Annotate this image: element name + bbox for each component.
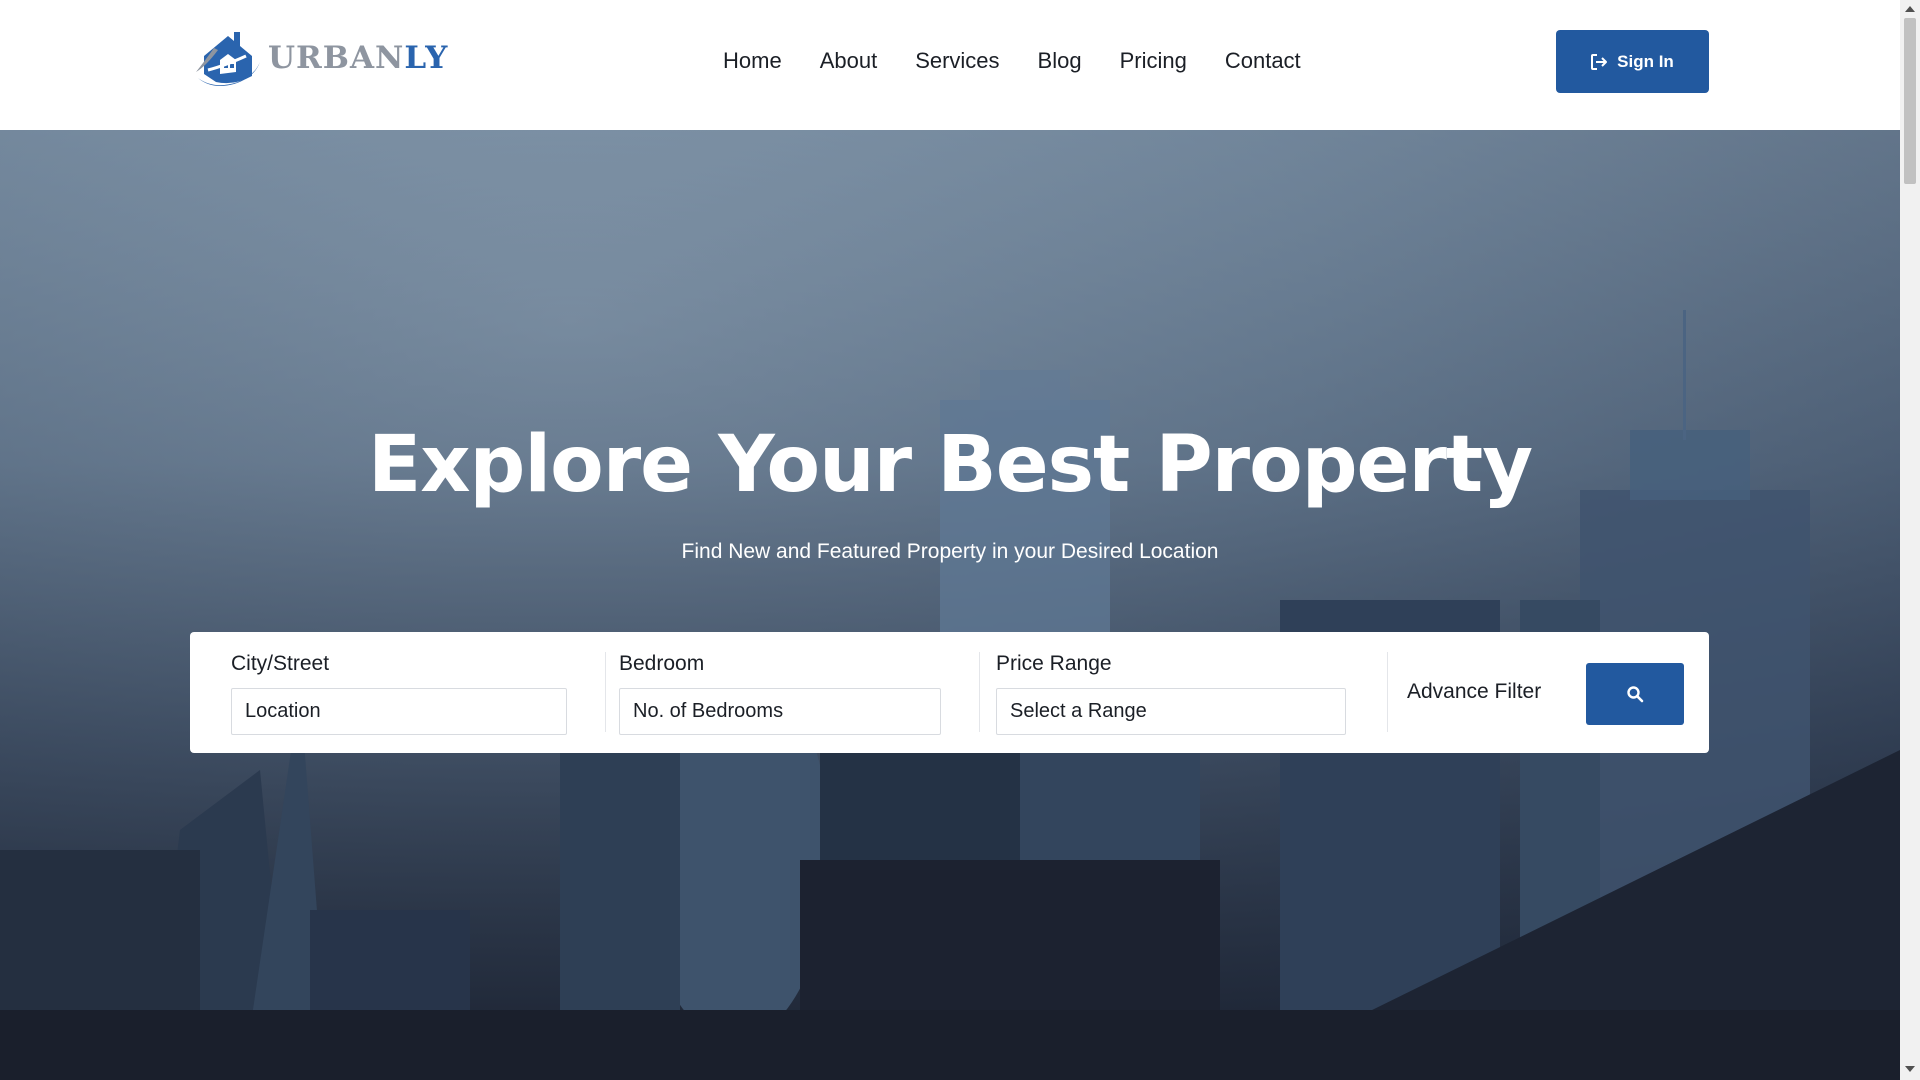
site-header: URBANLY Home About Services Blog Pricing…: [0, 0, 1900, 130]
sign-in-icon: [1591, 53, 1608, 70]
city-skyline-background: [0, 310, 1900, 1080]
hero-subtitle: Find New and Featured Property in your D…: [681, 540, 1219, 563]
main-nav: Home About Services Blog Pricing Contact: [723, 44, 1301, 78]
bedroom-select[interactable]: No. of Bedrooms: [619, 688, 941, 735]
bedroom-field-group: Bedroom No. of Bedrooms: [619, 632, 949, 753]
city-input[interactable]: Location: [231, 688, 567, 735]
advance-filter-link[interactable]: Advance Filter: [1407, 680, 1541, 704]
hero-title: Explore Your Best Property: [367, 420, 1533, 510]
sign-in-button[interactable]: Sign In: [1556, 30, 1709, 93]
nav-about[interactable]: About: [820, 44, 878, 78]
scroll-thumb[interactable]: [1904, 18, 1916, 184]
property-search-panel: City/Street Location Bedroom No. of Bedr…: [190, 632, 1709, 753]
bedroom-label: Bedroom: [619, 652, 705, 675]
search-button[interactable]: [1586, 663, 1684, 725]
page-scrollbar[interactable]: [1900, 0, 1920, 1080]
divider: [1387, 652, 1388, 732]
price-label: Price Range: [996, 652, 1112, 675]
price-field-group: Price Range Select a Range: [996, 632, 1351, 753]
city-label: City/Street: [231, 652, 330, 675]
logo-text: URBANLY: [268, 40, 448, 76]
logo-text-part2: LY: [404, 40, 449, 76]
hero-section: Explore Your Best Property Find New and …: [0, 130, 1900, 1080]
search-icon: [1627, 686, 1644, 703]
price-range-select[interactable]: Select a Range: [996, 688, 1346, 735]
nav-services[interactable]: Services: [915, 44, 999, 78]
house-logo-icon: [196, 32, 260, 86]
nav-pricing[interactable]: Pricing: [1120, 44, 1187, 78]
scroll-down-icon[interactable]: [1905, 1066, 1915, 1072]
logo-text-part1: URBAN: [268, 40, 405, 76]
sign-in-label: Sign In: [1617, 51, 1674, 71]
divider: [979, 652, 980, 732]
logo[interactable]: URBANLY: [194, 24, 448, 92]
nav-blog[interactable]: Blog: [1038, 44, 1082, 78]
divider: [605, 652, 606, 732]
scroll-up-icon[interactable]: [1905, 6, 1915, 12]
nav-home[interactable]: Home: [723, 44, 782, 78]
city-field-group: City/Street Location: [231, 632, 576, 753]
nav-contact[interactable]: Contact: [1225, 44, 1301, 78]
